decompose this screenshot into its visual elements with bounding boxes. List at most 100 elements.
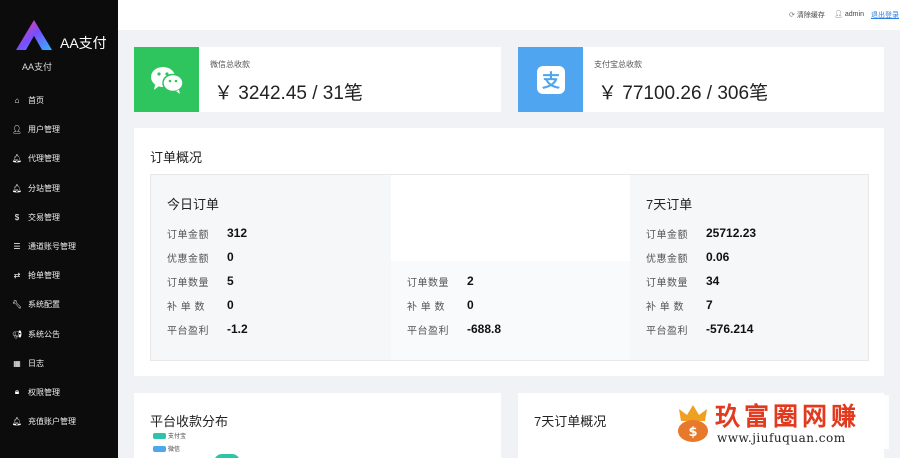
svg-text:$: $ [688, 425, 697, 440]
bell-icon: 🔔︎ [11, 154, 23, 164]
alipay-icon: 支 [518, 47, 583, 112]
sidebar-item-transactions[interactable]: $ 交易管理 [0, 203, 118, 232]
sidebar-item-label: 日志 [28, 358, 44, 368]
sidebar-item-label: 代理管理 [28, 154, 60, 164]
wechat-icon [134, 47, 199, 112]
stat-row: 平台盈利 -1.2 [167, 322, 248, 337]
row-value: 25712.23 [706, 226, 757, 240]
middle-orders: 订单数量 2 补 单 数 0 平台盈利 -688.8 [391, 175, 630, 360]
row-value: 312 [227, 226, 248, 240]
legend-swatch [153, 432, 166, 439]
sidebar-item-announcements[interactable]: 📢︎ 系统公告 [0, 320, 118, 349]
sidebar-item-system-config[interactable]: 🔧︎ 系统配置 [0, 290, 118, 319]
app-title: AA支付 [60, 35, 107, 51]
obscured-area [391, 175, 630, 261]
bullhorn-icon: 📢︎ [11, 329, 23, 339]
app-subtitle: AA支付 [22, 62, 53, 72]
sidebar-item-label: 首页 [28, 96, 44, 106]
stat-row: 补 单 数 0 [407, 298, 474, 313]
username: admin [844, 10, 864, 18]
sidebar-item-logs[interactable]: ▦ 日志 [0, 349, 118, 378]
clear-cache-link[interactable]: ⟳ 清除缓存 [789, 10, 825, 20]
row-value: 0.06 [706, 250, 730, 264]
row-label: 补 单 数 [167, 301, 206, 313]
exchange-icon: ⇄ [13, 271, 21, 281]
stat-row: 优惠金额 0 [167, 250, 234, 265]
legend-item-wechat[interactable]: 微信 [153, 444, 180, 453]
watermark-url: www.jiufuquan.com [717, 431, 846, 445]
alipay-total-value: ￥ 77100.26 / 306笔 [598, 83, 769, 104]
sidebar-item-substations[interactable]: 🔔︎ 分站管理 [0, 174, 118, 203]
today-orders: 今日订单 订单金额 312 优惠金额 0 订单数量 5 补 单 数 0 平台盈利 -1.2 [151, 175, 390, 360]
sidebar-item-users[interactable]: 👤︎ 用户管理 [0, 115, 118, 144]
logo[interactable]: AA支付 AA支付 [0, 0, 118, 82]
row-label: 平台盈利 [407, 325, 449, 337]
seven-day-overview-title: 7天订单概况 [534, 414, 607, 429]
sidebar-item-label: 抢单管理 [28, 271, 60, 281]
row-label: 优惠金额 [167, 253, 209, 265]
row-value: 0 [227, 298, 234, 312]
row-label: 订单数量 [407, 277, 449, 289]
sidebar-item-grab-orders[interactable]: ⇄ 抢单管理 [0, 261, 118, 290]
dollar-icon: $ [14, 212, 20, 222]
stat-row: 订单金额 25712.23 [646, 226, 757, 241]
stat-row: 平台盈利 -688.8 [407, 322, 502, 337]
user-icon: 👤︎ [834, 11, 843, 18]
watermark-logo-icon: $ [678, 405, 708, 442]
order-overview-card: 订单概况 今日订单 订单金额 312 优惠金额 0 订单数量 5 补 单 数 0 平台盈… [134, 128, 884, 376]
sidebar-item-channel-accounts[interactable]: ☰ 通道账号管理 [0, 232, 118, 261]
row-label: 订单数量 [646, 277, 688, 289]
row-value: 2 [467, 274, 474, 288]
wechat-total-value: ￥ 3242.45 / 31笔 [214, 83, 363, 104]
row-label: 订单数量 [167, 277, 209, 289]
row-label: 优惠金额 [646, 253, 688, 265]
legend-label: 微信 [168, 447, 181, 453]
stat-row: 订单数量 34 [646, 274, 719, 289]
order-overview-title: 订单概况 [150, 150, 203, 165]
alipay-total-label: 支付宝总收款 [594, 60, 642, 69]
row-value: -688.8 [467, 322, 502, 336]
bell-icon: 🔔︎ [11, 417, 23, 427]
list-icon: ☰ [13, 242, 21, 252]
wrench-icon: 🔧︎ [11, 300, 23, 310]
sidebar-item-label: 充值账户管理 [28, 417, 76, 427]
watermark-text: 玖富圈网赚 [715, 402, 861, 431]
sidebar-item-label: 系统配置 [28, 300, 60, 310]
calendar-icon: ▦ [13, 358, 21, 368]
stat-row: 补 单 数 0 [167, 298, 234, 313]
user-menu[interactable]: 👤︎ admin [834, 10, 864, 19]
wechat-stat-card: 微信总收款 ￥ 3242.45 / 31笔 [134, 47, 501, 112]
watermark: $ 玖富圈网赚 www.jiufuquan.com [669, 395, 889, 449]
stat-row: 优惠金额 0.06 [646, 250, 730, 265]
clear-cache-label: 清除缓存 [796, 12, 825, 19]
row-value: 5 [227, 274, 234, 288]
revenue-distribution-title: 平台收款分布 [150, 414, 229, 429]
stat-row: 补 单 数 7 [646, 298, 713, 313]
logo-icon [16, 20, 52, 50]
row-label: 订单金额 [167, 229, 209, 241]
sidebar: AA支付 AA支付 ⌂ 首页 👤︎ 用户管理 🔔︎ 代理管理 🔔︎ 分站管理 $ 交易管理… [0, 0, 118, 458]
home-icon: ⌂ [14, 96, 20, 106]
row-value: -1.2 [227, 322, 248, 336]
sidebar-item-permissions[interactable]: 🔒︎ 权限管理 [0, 378, 118, 407]
topbar: ⟳ 清除缓存 👤︎ admin 退出登录 [118, 0, 900, 30]
row-value: 0 [467, 298, 474, 312]
stat-row: 订单数量 5 [167, 274, 234, 289]
legend-swatch [153, 445, 166, 452]
bell-icon: 🔔︎ [11, 183, 23, 193]
sidebar-item-agents[interactable]: 🔔︎ 代理管理 [0, 144, 118, 173]
sidebar-item-label: 交易管理 [28, 212, 60, 222]
row-value: -576.214 [706, 322, 754, 336]
sidebar-item-label: 系统公告 [28, 329, 60, 339]
sidebar-item-recharge-accounts[interactable]: 🔔︎ 充值账户管理 [0, 407, 118, 436]
row-label: 补 单 数 [407, 301, 446, 313]
user-icon: 👤︎ [11, 125, 23, 135]
logout-link[interactable]: 退出登录 [871, 10, 899, 20]
revenue-distribution-card: 平台收款分布 支付宝 微信 [134, 393, 501, 458]
sidebar-item-home[interactable]: ⌂ 首页 [0, 86, 118, 115]
stat-row: 订单金额 312 [167, 226, 248, 241]
stat-row: 平台盈利 -576.214 [646, 322, 754, 337]
legend-item-alipay[interactable]: 支付宝 [153, 431, 186, 440]
sidebar-item-label: 用户管理 [28, 125, 60, 135]
wechat-total-label: 微信总收款 [210, 60, 250, 69]
